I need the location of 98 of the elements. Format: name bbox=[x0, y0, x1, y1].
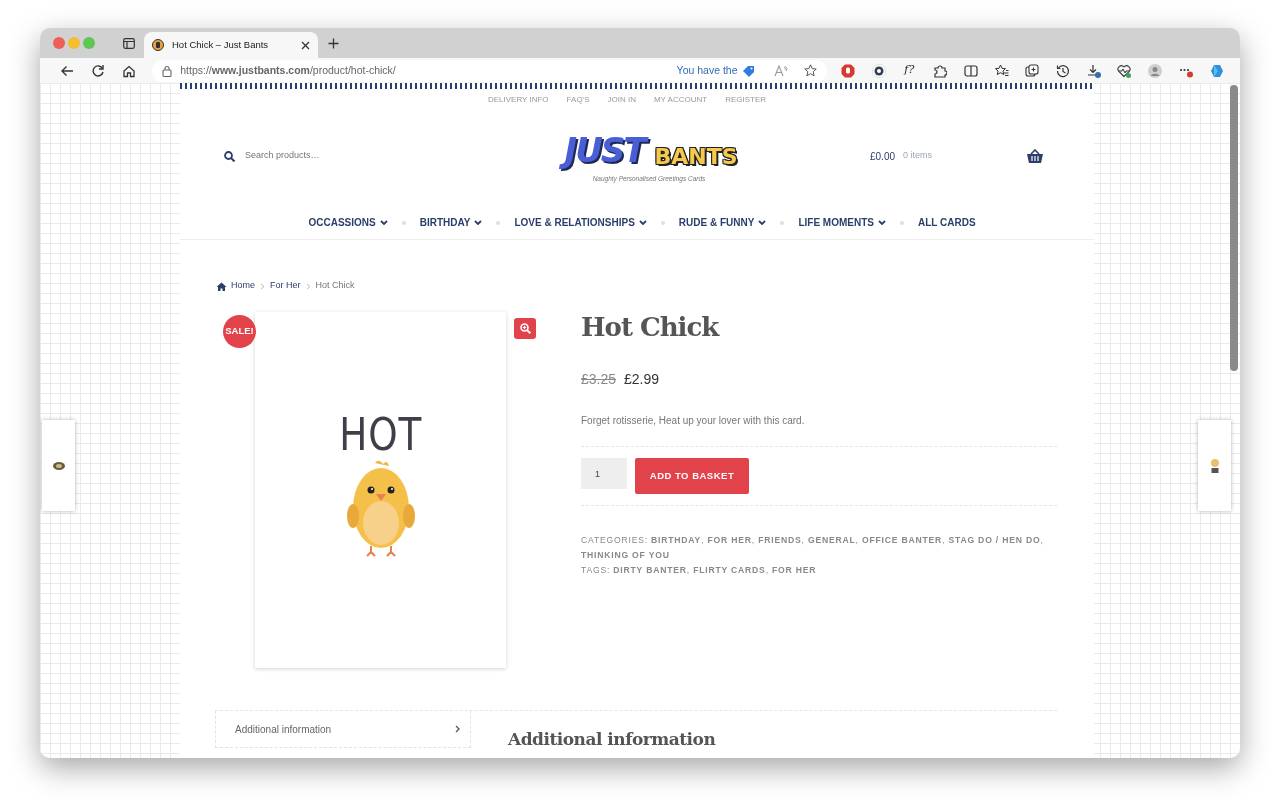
tag-link[interactable]: FOR HER bbox=[772, 565, 817, 576]
favorites-icon[interactable] bbox=[994, 63, 1009, 78]
separator-text: , bbox=[1040, 535, 1044, 546]
ring-icon[interactable] bbox=[871, 63, 886, 78]
separator-text: , bbox=[942, 535, 946, 546]
site-favicon-icon bbox=[152, 39, 164, 51]
previous-product-thumbnail[interactable] bbox=[42, 420, 75, 511]
basket-icon[interactable] bbox=[1026, 148, 1044, 164]
chevron-down-icon bbox=[474, 219, 483, 226]
nav-menu-item[interactable]: OCCASSIONS bbox=[308, 215, 388, 230]
collections-icon[interactable] bbox=[1025, 63, 1040, 78]
chevron-down-icon bbox=[638, 219, 647, 226]
home-icon[interactable] bbox=[121, 63, 136, 78]
breadcrumb-current: Hot Chick bbox=[315, 279, 355, 293]
history-icon[interactable] bbox=[1055, 63, 1070, 78]
top-link[interactable]: FAQ'S bbox=[566, 94, 590, 106]
read-aloud-icon[interactable] bbox=[773, 64, 788, 77]
category-link[interactable]: FOR HER bbox=[707, 535, 752, 546]
category-link[interactable]: FRIENDS bbox=[758, 535, 802, 546]
category-link[interactable]: GENERAL bbox=[807, 535, 856, 546]
scrollbar-thumb[interactable] bbox=[1230, 85, 1238, 371]
separator-text: , bbox=[765, 565, 769, 576]
nav-menu-item[interactable]: ALL CARDS bbox=[917, 215, 976, 230]
separator-text: , bbox=[701, 535, 705, 546]
category-link[interactable]: BIRTHDAY bbox=[651, 535, 702, 546]
chevron-right-icon bbox=[305, 282, 311, 290]
section-heading: Additional information bbox=[508, 729, 716, 750]
tag-icon[interactable] bbox=[741, 64, 756, 77]
separator-text: , bbox=[751, 535, 755, 546]
separator-text: , bbox=[855, 535, 859, 546]
download-icon[interactable] bbox=[1086, 63, 1101, 78]
nav-menu-item[interactable]: LIFE MOMENTS bbox=[798, 215, 886, 230]
heartbeat-icon[interactable] bbox=[1117, 63, 1132, 78]
chevron-right-icon bbox=[260, 282, 265, 290]
category-link[interactable]: THINKING OF YOU bbox=[581, 550, 670, 561]
top-link[interactable]: REGISTER bbox=[725, 94, 767, 106]
separator-dot-icon bbox=[899, 220, 904, 225]
add-to-basket-button[interactable]: ADD TO BASKET bbox=[635, 458, 749, 495]
card-thumbnail-drawing bbox=[1210, 458, 1219, 473]
split-screen-icon[interactable] bbox=[963, 63, 978, 78]
separator-dot-icon bbox=[496, 220, 501, 225]
coupon-notice-text: You have the bbox=[676, 62, 738, 78]
extension-button[interactable]: f? bbox=[893, 59, 925, 82]
browser-tab[interactable]: Hot Chick – Just Bants bbox=[144, 32, 318, 58]
price-text: £2.99 bbox=[624, 370, 660, 390]
card-thumbnail-drawing bbox=[52, 461, 65, 470]
profile-avatar-icon[interactable] bbox=[1148, 63, 1163, 78]
categories-label: CATEGORIES: bbox=[581, 535, 648, 546]
sale-badge: SALE! bbox=[223, 315, 256, 348]
tab-title: Hot Chick – Just Bants bbox=[172, 37, 270, 52]
card-text: HOT bbox=[339, 412, 422, 458]
nav-menu-item[interactable]: LOVE & RELATIONSHIPS bbox=[514, 215, 647, 230]
product-description: Forget rotisserie, Heat up your lover with this card. bbox=[581, 414, 806, 429]
tag-link[interactable]: FLIRTY CARDS bbox=[693, 565, 766, 576]
nav-menu-item[interactable]: BIRTHDAY bbox=[419, 215, 483, 230]
search-icon[interactable] bbox=[224, 150, 235, 162]
zoom-in-icon bbox=[519, 323, 531, 334]
logo-text: BANTS bbox=[654, 143, 738, 172]
quantity-field[interactable]: 1 bbox=[581, 458, 627, 490]
tags-label: TAGS: bbox=[581, 565, 611, 576]
copilot-icon[interactable] bbox=[1209, 63, 1224, 78]
logo-text: JUST bbox=[560, 128, 651, 173]
next-product-thumbnail[interactable] bbox=[1198, 420, 1231, 511]
zoom-button[interactable] bbox=[514, 318, 536, 339]
chevron-down-icon bbox=[877, 219, 886, 226]
sidebar-icon[interactable] bbox=[123, 37, 135, 49]
top-link[interactable]: MY ACCOUNT bbox=[653, 94, 708, 106]
new-tab-icon[interactable] bbox=[328, 37, 339, 49]
category-link[interactable]: STAG DO / HEN DO bbox=[948, 535, 1041, 546]
url-text: https://www.justbants.com/product/hot-chick/ bbox=[180, 62, 397, 78]
shield-icon[interactable] bbox=[840, 63, 855, 78]
puzzle-icon[interactable] bbox=[933, 63, 948, 78]
old-price-text: £3.25 bbox=[581, 370, 617, 390]
tab-link[interactable]: Additional information bbox=[215, 711, 471, 748]
cart-count-text: 0 items bbox=[903, 149, 933, 163]
separator-dot-icon bbox=[401, 220, 406, 225]
chevron-down-icon bbox=[758, 219, 767, 226]
breadcrumb-link[interactable]: Home bbox=[216, 279, 255, 293]
chevron-down-icon bbox=[379, 219, 388, 226]
chevron-right-icon bbox=[455, 725, 460, 733]
separator-text: , bbox=[801, 535, 805, 546]
nav-menu-item[interactable]: RUDE & FUNNY bbox=[678, 215, 767, 230]
address-bar[interactable]: https://www.justbants.com/product/hot-chick/ You have the bbox=[152, 59, 827, 82]
product-title: Hot Chick bbox=[581, 312, 721, 344]
home-icon bbox=[216, 281, 227, 291]
top-link[interactable]: DELIVERY INFO bbox=[487, 94, 549, 106]
reload-icon[interactable] bbox=[91, 63, 106, 78]
breadcrumb-link[interactable]: For Her bbox=[270, 279, 301, 293]
top-link[interactable]: JOIN IN bbox=[607, 94, 636, 106]
lock-icon bbox=[162, 64, 173, 77]
separator-text: , bbox=[686, 565, 690, 576]
back-arrow-icon[interactable] bbox=[60, 63, 75, 78]
favorite-star-icon[interactable] bbox=[803, 64, 817, 77]
cart-total-link[interactable]: £0.00 bbox=[870, 148, 896, 164]
close-icon[interactable] bbox=[301, 40, 310, 50]
separator-dot-icon bbox=[780, 220, 785, 225]
separator-dot-icon bbox=[660, 220, 665, 225]
tag-link[interactable]: DIRTY BANTER bbox=[613, 565, 687, 576]
